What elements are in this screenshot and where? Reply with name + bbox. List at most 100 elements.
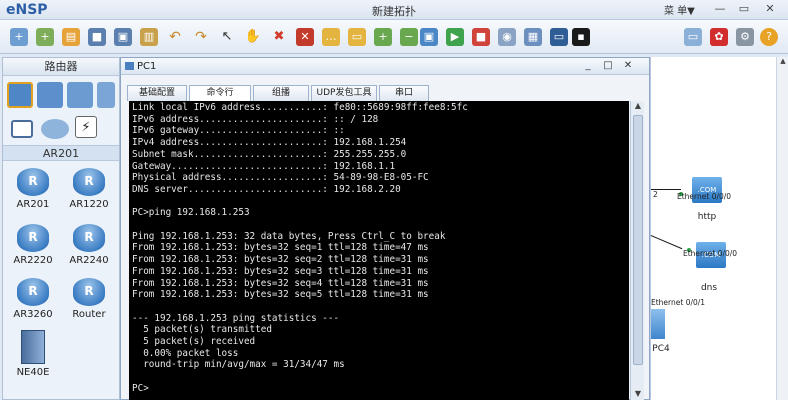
terminal-line: DNS server........................: 192.…: [132, 183, 401, 195]
connection-category-icon[interactable]: ⚡: [75, 116, 97, 138]
capture-icon[interactable]: ◉: [498, 28, 516, 46]
terminal-line: --- 192.168.1.253 ping statistics ---: [132, 312, 340, 324]
select-icon[interactable]: ↖: [218, 28, 236, 46]
node-label-dns: dns: [700, 283, 718, 293]
device-panel-title: 路由器: [3, 58, 119, 76]
fit-icon[interactable]: ▣: [420, 28, 438, 46]
redo-icon[interactable]: ↷: [192, 28, 210, 46]
terminal-line: From 192.168.1.253: bytes=32 seq=1 ttl=1…: [132, 242, 429, 254]
device-router[interactable]: Router: [65, 278, 113, 320]
stop-icon[interactable]: ■: [472, 28, 490, 46]
title-bar: eNSP 新建拓扑 菜 单▼ — ▭ ✕: [0, 0, 788, 20]
terminal-line: round-trip min/avg/max = 31/34/47 ms: [132, 359, 345, 371]
terminal-line: Subnet mask.......................: 255.…: [132, 148, 407, 160]
tab-basic-config[interactable]: 基础配置: [127, 85, 187, 101]
terminal-line: From 192.168.1.253: bytes=32 seq=3 ttl=1…: [132, 265, 429, 277]
pc4[interactable]: [651, 309, 669, 339]
zoom-out-icon[interactable]: −: [400, 28, 418, 46]
maximize-icon[interactable]: □: [601, 59, 615, 73]
close-icon[interactable]: ✕: [621, 59, 635, 73]
screenshot-icon[interactable]: ▪: [572, 28, 590, 46]
router-icon: [17, 224, 49, 252]
terminal-line: Link local IPv6 address...........: fe80…: [132, 102, 468, 113]
terminal-scrollbar[interactable]: ▲ ▼: [630, 101, 644, 400]
new-topology-icon[interactable]: +: [36, 28, 54, 46]
terminal-category-icon[interactable]: [11, 120, 33, 138]
tab-udp-tool[interactable]: UDP发包工具: [311, 85, 377, 101]
zoom-in-icon[interactable]: +: [374, 28, 392, 46]
delete-link-icon[interactable]: ✕: [296, 28, 314, 46]
help-icon[interactable]: ?: [760, 28, 778, 46]
maximize-icon[interactable]: ▭: [736, 1, 752, 17]
router-icon: [17, 278, 49, 306]
grid-icon[interactable]: ▦: [524, 28, 542, 46]
minimize-icon[interactable]: _: [581, 59, 595, 73]
node-label-pc4: PC4: [652, 344, 670, 354]
device-ar2240[interactable]: AR2240: [65, 224, 113, 266]
node-label-http: http: [697, 212, 717, 222]
terminal-line: From 192.168.1.253: bytes=32 seq=2 ttl=1…: [132, 254, 429, 266]
print-icon[interactable]: ▥: [140, 28, 158, 46]
firewall-category-icon[interactable]: [97, 82, 115, 108]
ne40e-icon: [21, 330, 45, 364]
device-ar201[interactable]: AR201: [9, 168, 57, 210]
command-line-terminal[interactable]: Link local IPv6 address...........: fe80…: [129, 101, 629, 400]
cloud-category-icon[interactable]: [41, 119, 69, 139]
port-label: Ethernet 0/0/0: [683, 249, 738, 258]
save-as-icon[interactable]: ▣: [114, 28, 132, 46]
terminal-line: PC>ping 192.168.1.253: [132, 207, 250, 219]
tab-serial[interactable]: 串口: [379, 85, 429, 101]
device-panel: 路由器 ⚡ AR201 AR201 AR1220 AR2220 AR2240 A…: [2, 57, 120, 400]
text-icon[interactable]: …: [322, 28, 340, 46]
port-label: Ethernet 0/0/1: [651, 298, 706, 307]
new-file-icon[interactable]: +: [10, 28, 28, 46]
topology-icon[interactable]: ▭: [550, 28, 568, 46]
tab-multicast[interactable]: 组播: [253, 85, 309, 101]
terminal-line: IPv4 address......................: 192.…: [132, 137, 407, 149]
terminal-line: Physical address..................: 54-8…: [132, 172, 429, 184]
topology-canvas[interactable]: 2 .COM Ethernet 0/0/0 http .COM Ethernet…: [650, 57, 788, 400]
open-icon[interactable]: ▤: [62, 28, 80, 46]
rectangle-icon[interactable]: ▭: [348, 28, 366, 46]
settings-icon[interactable]: ⚙: [736, 28, 754, 46]
close-icon[interactable]: ✕: [762, 1, 778, 17]
save-icon[interactable]: ■: [88, 28, 106, 46]
hand-icon[interactable]: ✋: [244, 28, 262, 46]
pc-icon: [651, 309, 665, 339]
huawei-icon[interactable]: ✿: [710, 28, 728, 46]
device-ar1220[interactable]: AR1220: [65, 168, 113, 210]
terminal-line: From 192.168.1.253: bytes=32 seq=4 ttl=1…: [132, 277, 429, 289]
chat-icon[interactable]: ▭: [684, 28, 702, 46]
scroll-up-icon[interactable]: ▲: [631, 101, 645, 113]
canvas-scrollbar[interactable]: ▲: [776, 57, 788, 400]
terminal-line: PC>: [132, 382, 149, 394]
start-icon[interactable]: ▶: [446, 28, 464, 46]
device-ar3260[interactable]: AR3260: [9, 278, 57, 320]
terminal-line: Gateway...........................: 192.…: [132, 160, 396, 172]
scroll-up-icon[interactable]: ▲: [777, 57, 788, 69]
tab-command-line[interactable]: 命令行: [189, 85, 251, 101]
scroll-down-icon[interactable]: ▼: [631, 389, 645, 400]
scroll-thumb[interactable]: [633, 115, 643, 365]
menu-button[interactable]: 菜 单▼: [664, 2, 695, 17]
device-ar2220[interactable]: AR2220: [9, 224, 57, 266]
pc-icon: [125, 62, 134, 70]
terminal-line: IPv6 address......................: :: /…: [132, 113, 379, 125]
router-icon: [73, 224, 105, 252]
port-label: Ethernet 0/0/0: [677, 192, 732, 201]
wlan-category-icon[interactable]: [67, 82, 93, 108]
terminal-line: From 192.168.1.253: bytes=32 seq=5 ttl=1…: [132, 289, 429, 301]
edge-label: 2: [653, 190, 658, 199]
minimize-icon[interactable]: —: [712, 1, 728, 17]
delete-icon[interactable]: ✖: [270, 28, 288, 46]
switch-category-icon[interactable]: [37, 82, 63, 108]
device-section-title: AR201: [3, 145, 119, 161]
link-line: [650, 235, 683, 250]
router-icon: [73, 168, 105, 196]
device-ne40e[interactable]: NE40E: [9, 330, 57, 378]
undo-icon[interactable]: ↶: [166, 28, 184, 46]
router-category-icon[interactable]: [7, 82, 33, 108]
